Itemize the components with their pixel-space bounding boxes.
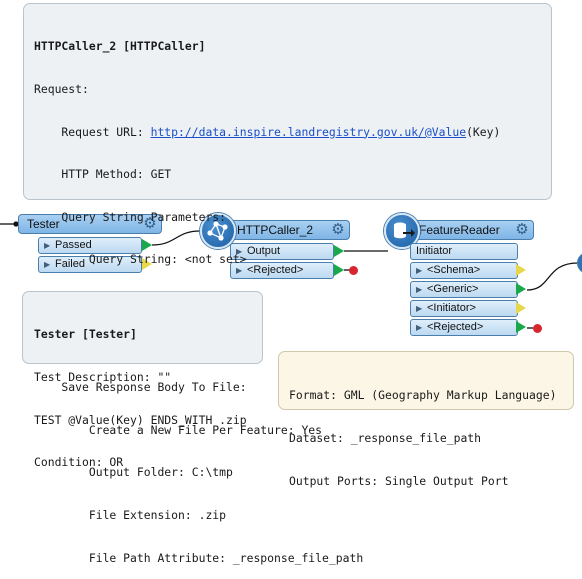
- tooltip-line: HTTP Method: GET: [34, 167, 172, 182]
- tooltip-line: Query String Parameters:: [34, 209, 227, 224]
- tooltip-line: Dataset: _response_file_path: [289, 431, 482, 445]
- tooltip-line: Test Description: "": [34, 370, 172, 384]
- tooltip-line: Output Ports: Single Output Port: [289, 473, 509, 488]
- httpcaller-tooltip: HTTPCaller_2 [HTTPCaller] Request: Reque…: [23, 3, 552, 565]
- tooltip-line: Request:: [34, 82, 89, 96]
- tooltip-line: Query String: <not set>: [34, 252, 247, 267]
- request-url-label: Request URL:: [34, 124, 151, 139]
- tooltip-line-url: Request URL: http://data.inspire.landreg…: [34, 125, 551, 139]
- tooltip-line: TEST @Value(Key) ENDS_WITH .zip: [34, 412, 247, 427]
- httpcaller-tooltip-title: HTTPCaller_2 [HTTPCaller]: [34, 39, 206, 54]
- tooltip-line: Format: GML (Geography Markup Language): [289, 388, 557, 403]
- request-url-suffix: (Key): [466, 124, 501, 139]
- tester-tooltip-title: Tester [Tester]: [34, 327, 137, 342]
- tooltip-line: File Extension: .zip: [34, 507, 227, 522]
- tooltip-line: File Path Attribute: _response_file_path: [34, 550, 364, 565]
- featurereader-tooltip: Format: GML (Geography Markup Language) …: [278, 351, 574, 488]
- tooltip-line: Condition: OR: [34, 455, 124, 470]
- tester-tooltip: Tester [Tester] Test Description: "" TES…: [22, 291, 263, 469]
- request-url-link[interactable]: http://data.inspire.landregistry.gov.uk/…: [151, 125, 466, 139]
